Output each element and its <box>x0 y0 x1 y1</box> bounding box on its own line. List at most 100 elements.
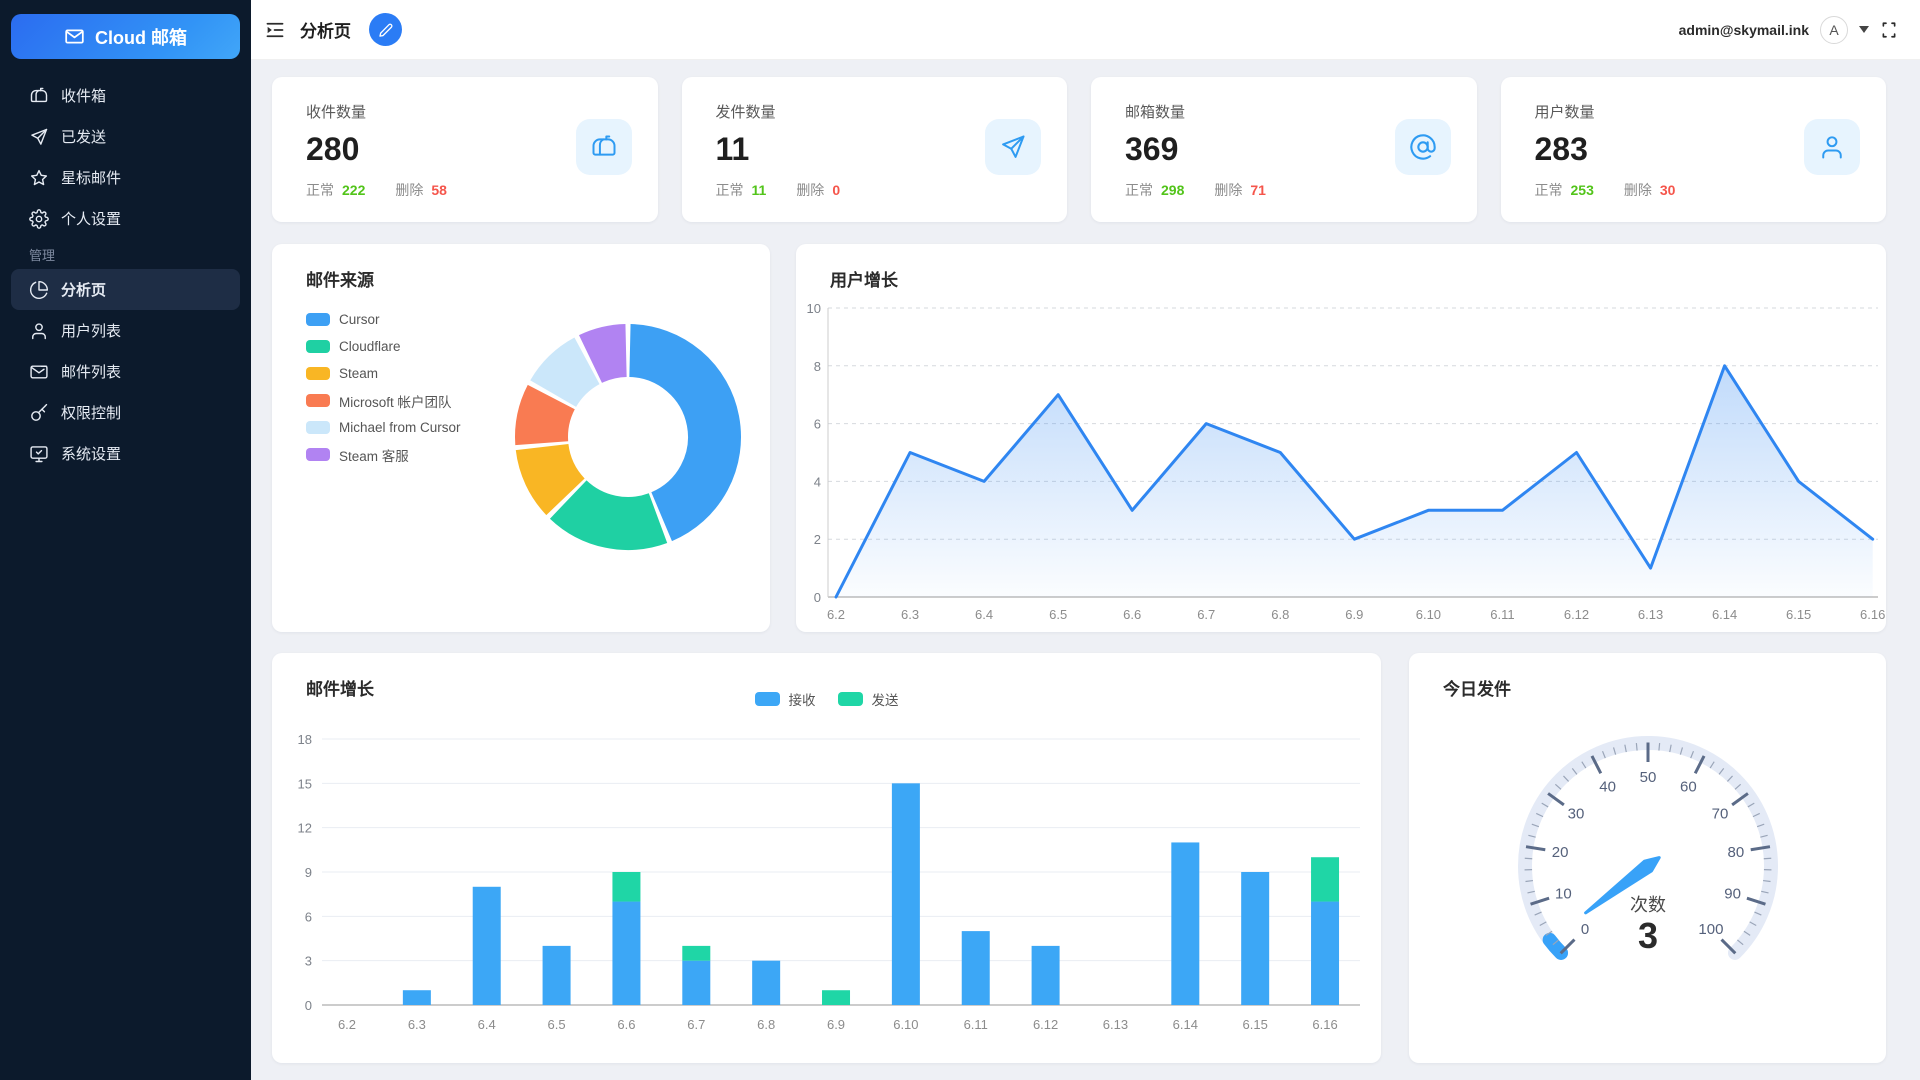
svg-text:6.3: 6.3 <box>408 1017 426 1032</box>
fullscreen-icon[interactable] <box>1880 21 1898 39</box>
legend-label: Michael from Cursor <box>339 420 461 435</box>
sidebar-item-label: 用户列表 <box>61 320 121 341</box>
legend-label: Steam 客服 <box>339 445 409 465</box>
stat-normal-label: 正常 <box>716 180 744 200</box>
edit-button[interactable] <box>369 13 402 46</box>
svg-text:6.12: 6.12 <box>1564 607 1589 622</box>
svg-text:6.10: 6.10 <box>893 1017 918 1032</box>
sidebar-item-label: 系统设置 <box>61 443 121 464</box>
bar-receive <box>1311 902 1339 1005</box>
bar-receive <box>612 902 640 1005</box>
sidebar-item-个人设置[interactable]: 个人设置 <box>0 198 251 239</box>
bar-receive <box>752 961 780 1005</box>
svg-text:6.2: 6.2 <box>827 607 845 622</box>
svg-text:6.12: 6.12 <box>1033 1017 1058 1032</box>
sidebar-item-邮件列表[interactable]: 邮件列表 <box>0 351 251 392</box>
bar-receive <box>1171 842 1199 1005</box>
sidebar-item-收件箱[interactable]: 收件箱 <box>0 75 251 116</box>
stat-normal-value: 11 <box>752 182 767 198</box>
svg-text:6: 6 <box>814 417 821 432</box>
stat-label: 邮箱数量 <box>1125 101 1449 122</box>
sidebar-item-权限控制[interactable]: 权限控制 <box>0 392 251 433</box>
mail-icon <box>29 362 49 382</box>
sidebar-item-星标邮件[interactable]: 星标邮件 <box>0 157 251 198</box>
legend-item-Steam 客服[interactable]: Steam 客服 <box>306 441 461 468</box>
stat-sub: 正常222删除58 <box>306 180 630 200</box>
svg-text:70: 70 <box>1712 806 1729 823</box>
svg-text:50: 50 <box>1640 769 1657 786</box>
bar-receive <box>543 946 571 1005</box>
stat-sub: 正常298删除71 <box>1125 180 1449 200</box>
mail-source-title: 邮件来源 <box>306 266 374 291</box>
svg-text:6.11: 6.11 <box>964 1017 988 1032</box>
sidebar-item-分析页[interactable]: 分析页 <box>11 269 240 310</box>
svg-text:6.14: 6.14 <box>1712 607 1737 622</box>
bar-receive <box>682 961 710 1005</box>
stat-normal-label: 正常 <box>306 180 334 200</box>
sidebar-item-label: 分析页 <box>61 279 106 300</box>
bar-send <box>682 946 710 961</box>
svg-text:80: 80 <box>1728 844 1745 861</box>
stat-normal-label: 正常 <box>1535 180 1563 200</box>
app-logo[interactable]: Cloud 邮箱 <box>11 14 240 59</box>
svg-text:30: 30 <box>1568 806 1585 823</box>
stat-deleted-value: 30 <box>1660 182 1676 198</box>
stat-label: 收件数量 <box>306 101 630 122</box>
chevron-down-icon[interactable] <box>1859 26 1869 33</box>
sidebar-item-系统设置[interactable]: 系统设置 <box>0 433 251 474</box>
svg-text:20: 20 <box>1552 844 1569 861</box>
star-icon <box>29 168 49 188</box>
legend-swatch <box>306 421 330 434</box>
key-icon <box>29 403 49 423</box>
sidebar-section-label: 管理 <box>0 239 251 269</box>
svg-text:10: 10 <box>1555 886 1572 903</box>
sidebar-item-label: 已发送 <box>61 126 106 147</box>
mail-growth-card: 邮件增长 接收发送 03691215186.26.36.46.56.66.76.… <box>272 653 1381 1063</box>
sidebar-item-用户列表[interactable]: 用户列表 <box>0 310 251 351</box>
stat-normal-value: 298 <box>1161 182 1184 198</box>
svg-text:6.7: 6.7 <box>687 1017 705 1032</box>
avatar[interactable]: A <box>1820 16 1848 44</box>
at-icon <box>1395 119 1451 175</box>
menu-unfold-icon[interactable] <box>265 20 285 40</box>
svg-text:6: 6 <box>305 909 312 924</box>
svg-text:6.8: 6.8 <box>1271 607 1289 622</box>
svg-text:8: 8 <box>814 359 821 374</box>
send-icon <box>29 127 49 147</box>
legend-item-Michael from Cursor[interactable]: Michael from Cursor <box>306 414 461 441</box>
mailbox-icon <box>576 119 632 175</box>
stat-normal-label: 正常 <box>1125 180 1153 200</box>
svg-text:6.10: 6.10 <box>1416 607 1441 622</box>
svg-text:6.7: 6.7 <box>1197 607 1215 622</box>
svg-text:6.6: 6.6 <box>1123 607 1141 622</box>
legend-item-Cloudflare[interactable]: Cloudflare <box>306 333 461 360</box>
bar-send <box>612 872 640 902</box>
topbar: 分析页 admin@skymail.ink A <box>251 0 1920 60</box>
donut-slice-Michael from Cursor <box>553 361 587 394</box>
legend-item-Cursor[interactable]: Cursor <box>306 306 461 333</box>
svg-text:12: 12 <box>298 821 312 836</box>
sidebar-item-已发送[interactable]: 已发送 <box>0 116 251 157</box>
bar-receive <box>1241 872 1269 1005</box>
bar-send <box>1311 857 1339 901</box>
stat-label: 用户数量 <box>1535 101 1859 122</box>
stat-normal-value: 222 <box>342 182 365 198</box>
svg-text:10: 10 <box>807 301 821 316</box>
sidebar-menu: 收件箱已发送星标邮件个人设置管理分析页用户列表邮件列表权限控制系统设置 <box>0 75 251 474</box>
svg-text:6.9: 6.9 <box>827 1017 845 1032</box>
legend-item-Microsoft 帐户团队[interactable]: Microsoft 帐户团队 <box>306 387 461 414</box>
app-logo-text: Cloud 邮箱 <box>95 24 187 50</box>
svg-text:6.15: 6.15 <box>1243 1017 1268 1032</box>
svg-text:6.8: 6.8 <box>757 1017 775 1032</box>
svg-text:90: 90 <box>1724 886 1741 903</box>
legend-item-Steam[interactable]: Steam <box>306 360 461 387</box>
svg-text:0: 0 <box>305 998 312 1013</box>
svg-text:6.16: 6.16 <box>1312 1017 1337 1032</box>
mail-logo-icon <box>64 26 85 47</box>
legend-swatch <box>306 367 330 380</box>
legend-swatch <box>306 394 330 407</box>
svg-text:6.5: 6.5 <box>1049 607 1067 622</box>
bar-receive <box>1032 946 1060 1005</box>
mail-source-donut-chart <box>508 317 748 557</box>
charts-row-1: 邮件来源 CursorCloudflareSteamMicrosoft 帐户团队… <box>272 244 1886 632</box>
